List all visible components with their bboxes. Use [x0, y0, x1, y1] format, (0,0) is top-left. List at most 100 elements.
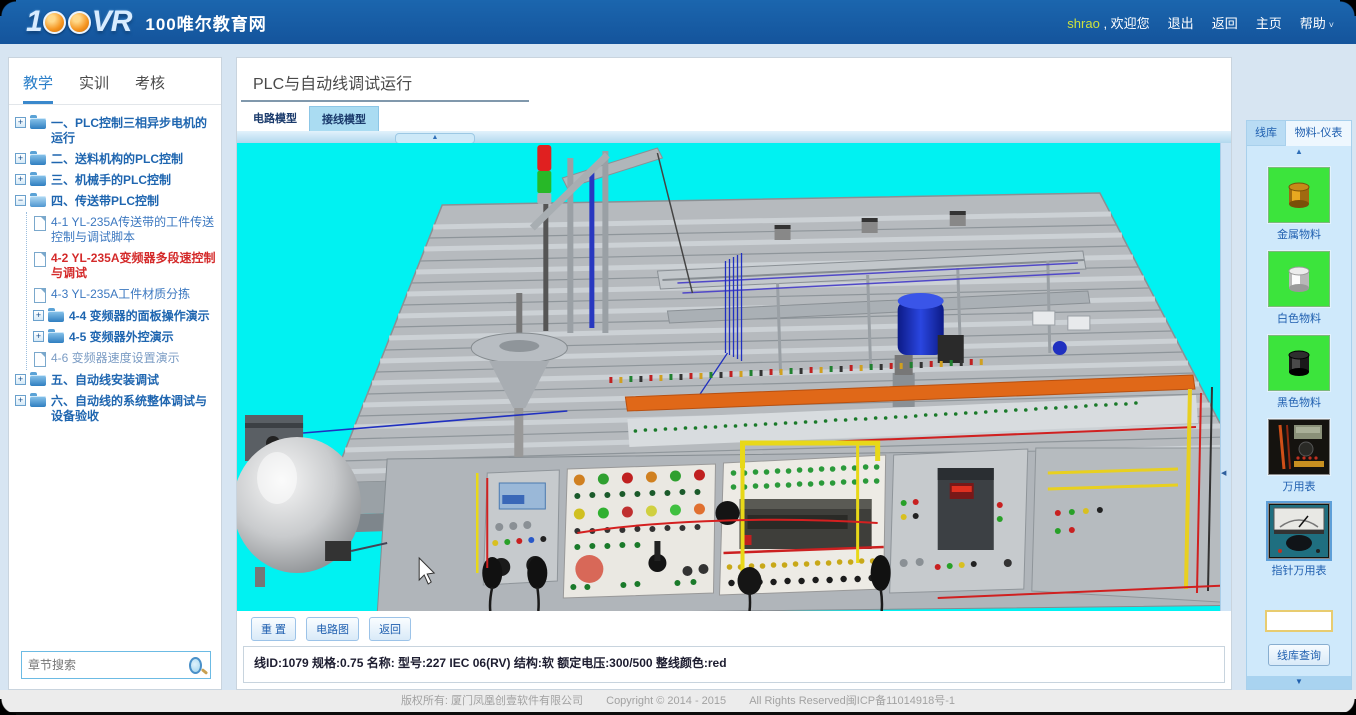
chapter-tree: 一、PLC控制三相异步电机的运行 二、送料机构的PLC控制 三、机械手的PLC控…: [9, 105, 221, 427]
document-icon: [34, 216, 46, 231]
chevron-down-icon: ˅: [1329, 20, 1334, 30]
instrument-label: 万用表: [1283, 478, 1316, 494]
tab-materials-instruments[interactable]: 物料-仪表: [1285, 121, 1351, 146]
instrument-item-analog-multimeter[interactable]: 指针万用表: [1268, 503, 1330, 578]
material-label: 白色物料: [1277, 310, 1321, 326]
material-label: 金属物料: [1277, 226, 1321, 242]
expand-icon[interactable]: [15, 117, 26, 128]
expand-icon[interactable]: [15, 174, 26, 185]
logout-link[interactable]: 退出: [1168, 13, 1194, 32]
tab-teaching[interactable]: 教学: [23, 72, 53, 104]
sidebar-tabs: 教学 实训 考核: [9, 58, 221, 104]
folder-icon: [30, 118, 46, 129]
tree-item[interactable]: 六、自动线的系统整体调试与设备验收: [15, 391, 217, 427]
logo-eye-icon: [43, 11, 66, 34]
tree-item[interactable]: 五、自动线安装调试: [15, 370, 217, 391]
wire-status-text: 线ID:1079 规格:0.75 名称: 型号:227 IEC 06(RV) 结…: [254, 656, 727, 670]
reset-button[interactable]: 重 置: [251, 617, 296, 641]
footer-copyright: Copyright © 2014 - 2015: [606, 695, 726, 707]
search-input[interactable]: [22, 658, 189, 672]
folder-icon: [30, 175, 46, 186]
material-item-metal[interactable]: 金属物料: [1268, 167, 1330, 242]
username: shrao: [1067, 16, 1100, 31]
black-material-icon[interactable]: [1268, 335, 1330, 391]
tree-item[interactable]: 4-4 变频器的面板操作演示: [33, 306, 217, 327]
tree-item[interactable]: 一、PLC控制三相异步电机的运行: [15, 113, 217, 149]
tree-item[interactable]: 4-3 YL-235A工件材质分拣: [33, 284, 217, 306]
return-button[interactable]: 返回: [369, 617, 411, 641]
folder-icon: [30, 396, 46, 407]
folder-icon: [48, 311, 64, 322]
open-folder-icon: [30, 196, 46, 207]
tree-item[interactable]: 4-5 变频器外控演示: [33, 327, 217, 348]
viewport-top-strip: ▲: [237, 131, 1231, 143]
instrument-label: 指针万用表: [1272, 562, 1327, 578]
folder-icon: [30, 375, 46, 386]
top-header: 1 VR 100唯尔教育网 shrao , 欢迎您 退出 返回 主页 帮助˅: [0, 0, 1356, 44]
inverter-panel[interactable]: [890, 449, 1028, 593]
collapse-icon[interactable]: [15, 195, 26, 206]
material-item-black[interactable]: 黑色物料: [1268, 335, 1330, 410]
tree-item[interactable]: 二、送料机构的PLC控制: [15, 149, 217, 170]
expand-icon[interactable]: [15, 374, 26, 385]
welcome-text: shrao , 欢迎您: [1067, 13, 1149, 32]
search-icon[interactable]: [189, 657, 202, 674]
material-label: 黑色物料: [1277, 394, 1321, 410]
page-title: PLC与自动线调试运行: [237, 58, 1231, 100]
instrument-item-multimeter[interactable]: 万用表: [1268, 419, 1330, 494]
tab-wire-library[interactable]: 线库: [1247, 121, 1285, 146]
plc-3d-viewport[interactable]: [237, 143, 1220, 611]
expand-icon[interactable]: [15, 153, 26, 164]
folder-icon: [30, 154, 46, 165]
material-item-white[interactable]: 白色物料: [1268, 251, 1330, 326]
expand-icon[interactable]: [33, 331, 44, 342]
viewport-toolbar: 重 置 电路图 返回: [237, 611, 1231, 646]
model-tabs: 电路模型 接线模型: [237, 106, 1231, 131]
chevron-left-icon: ◀: [1221, 469, 1226, 477]
home-link[interactable]: 主页: [1256, 13, 1282, 32]
footer-rights: All Rights Reserved闽ICP备11014918号-1: [749, 695, 955, 707]
tree-item[interactable]: 4-6 变频器速度设置演示: [33, 348, 217, 370]
tab-assessment[interactable]: 考核: [135, 72, 165, 104]
chevron-up-icon[interactable]: ▲: [1295, 146, 1303, 158]
expand-icon[interactable]: [15, 395, 26, 406]
help-menu[interactable]: 帮助˅: [1300, 13, 1334, 32]
back-link[interactable]: 返回: [1212, 13, 1238, 32]
panel-bottom-strip[interactable]: ▼: [1247, 676, 1351, 689]
folder-icon: [48, 332, 64, 343]
site-logo[interactable]: 1 VR: [26, 5, 131, 39]
wire-status-bar: 线ID:1079 规格:0.75 名称: 型号:227 IEC 06(RV) 结…: [243, 646, 1225, 683]
tree-children: 4-1 YL-235A传送带的工件传送控制与调试脚本 4-2 YL-235A变频…: [26, 212, 217, 370]
wire-query-input[interactable]: [1265, 610, 1333, 632]
document-icon: [34, 352, 46, 367]
tab-wiring-model[interactable]: 接线模型: [309, 106, 379, 131]
logo-eye-icon: [68, 11, 91, 34]
course-sidebar: 教学 实训 考核 一、PLC控制三相异步电机的运行 二、送料机构的PLC控制 三…: [8, 57, 222, 690]
panel-collapse-strip[interactable]: ◀: [1220, 143, 1231, 611]
site-name: 100唯尔教育网: [145, 10, 266, 35]
title-underline: [241, 100, 529, 102]
tree-item[interactable]: 4-1 YL-235A传送带的工件传送控制与调试脚本: [33, 212, 217, 248]
wire-library-query-button[interactable]: 线库查询: [1268, 644, 1330, 666]
white-material-icon[interactable]: [1268, 251, 1330, 307]
materials-panel: 线库 物料-仪表 ▲ 金属物料 白色物料: [1246, 120, 1352, 690]
analog-multimeter-icon[interactable]: [1268, 503, 1330, 559]
digital-multimeter-icon[interactable]: [1268, 419, 1330, 475]
tree-item-selected[interactable]: 4-2 YL-235A变频器多段速控制与调试: [33, 248, 217, 284]
metal-material-icon[interactable]: [1268, 167, 1330, 223]
expand-icon[interactable]: [33, 310, 44, 321]
footer-company: 版权所有: 厦门凤凰创壹软件有限公司: [401, 695, 583, 707]
document-icon: [34, 288, 46, 303]
chapter-search: [21, 651, 211, 679]
tree-item[interactable]: 三、机械手的PLC控制: [15, 170, 217, 191]
circuit-diagram-button[interactable]: 电路图: [306, 617, 359, 641]
tree-item[interactable]: 四、传送带PLC控制: [15, 191, 217, 212]
plc-3d-scene: [237, 143, 1220, 611]
main-panel: PLC与自动线调试运行 电路模型 接线模型 ▲: [236, 57, 1232, 690]
chevron-down-icon: ▼: [1295, 677, 1303, 686]
tab-circuit-model[interactable]: 电路模型: [241, 106, 309, 131]
tab-training[interactable]: 实训: [79, 72, 109, 104]
logo-text-1: 1: [26, 5, 42, 39]
logo-text-vr: VR: [92, 5, 132, 39]
document-icon: [34, 252, 46, 267]
